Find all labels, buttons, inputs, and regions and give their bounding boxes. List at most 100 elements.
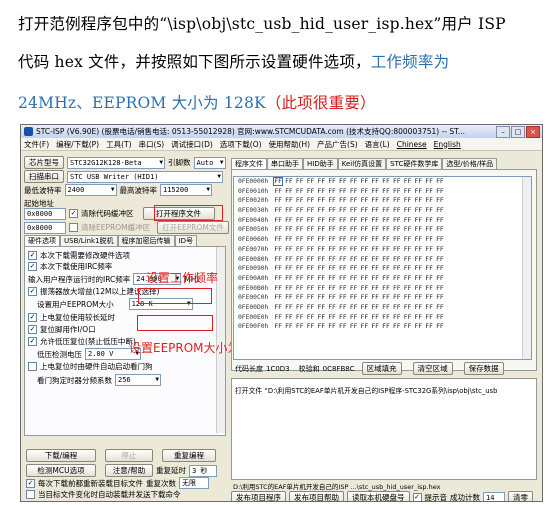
menu-help[interactable]: 使用帮助(H) — [269, 139, 311, 150]
menu-ads[interactable]: 产品广告(S) — [317, 139, 358, 150]
save-data-button[interactable]: 保存数据 — [463, 362, 504, 375]
menu-file[interactable]: 文件(F) — [24, 139, 49, 150]
hex-view[interactable]: 0FE0000h FF FF FF FF FF FF FF FF FF FF FF FF FF FF FF FF… — [233, 176, 532, 360]
min-baud-select[interactable]: 2400 ▼ — [64, 184, 117, 196]
clear-eeprom-checkbox[interactable] — [69, 223, 78, 232]
publish-help-button[interactable]: 发布项目帮助 — [289, 491, 344, 501]
start-addr-input[interactable]: 0x0000 — [24, 207, 66, 220]
hex-byte: FF — [425, 245, 433, 253]
low-volt-checkbox[interactable]: ✓ — [28, 337, 37, 346]
hex-address: 0FE0000h — [238, 178, 269, 185]
menu-tools[interactable]: 工具(T) — [106, 139, 131, 150]
hex-byte: FF — [273, 177, 283, 186]
scan-port-button[interactable]: 扫描串口 — [24, 170, 64, 183]
hex-byte: FF — [360, 236, 369, 244]
auto-send-checkbox[interactable] — [26, 490, 35, 499]
eeprom-addr-input[interactable]: 0x0000 — [24, 221, 66, 234]
tab-hid-assistant[interactable]: HID助手 — [303, 158, 338, 169]
repeat-program-button[interactable]: 重复编程 — [162, 449, 216, 462]
hex-byte: FF — [285, 207, 293, 215]
tone-checkbox[interactable]: ✓ — [412, 493, 422, 501]
menu-serial[interactable]: 串口(S) — [139, 139, 165, 150]
hex-byte: FF — [349, 207, 358, 215]
hex-byte: FF — [306, 284, 315, 292]
opt-use-irc: 本次下载使用IRC频率 — [40, 262, 113, 271]
hex-byte: FF — [306, 207, 315, 215]
hex-byte: FF — [339, 274, 347, 282]
osc-gain-checkbox[interactable]: ✓ — [28, 287, 37, 296]
hex-byte: FF — [328, 207, 336, 215]
modify-hw-checkbox[interactable]: ✓ — [28, 251, 37, 260]
hex-byte: FF — [306, 226, 315, 234]
annotation-freq: 设置工作频率 — [146, 271, 219, 285]
publish-program-button[interactable]: 发布项目程序 — [231, 491, 286, 501]
hex-byte: FF — [295, 178, 304, 185]
paragraph-line-3: 24MHz、EEPROM 大小为 128K（此项很重要） — [18, 91, 376, 113]
pin-count-select[interactable]: Auto ▼ — [193, 156, 226, 169]
tab-encrypt[interactable]: 程序加密后传输 — [117, 235, 175, 246]
right-panel: 程序文件 串口助手 HID助手 Keil仿真设置 STC硬件数学库 选型/价格/… — [231, 154, 539, 501]
menu-options[interactable]: 选项下载(O) — [220, 139, 262, 150]
tab-math-lib[interactable]: STC硬件数学库 — [386, 158, 443, 169]
open-eeprom-file-button[interactable]: 打开EEPROM文件 — [157, 221, 230, 234]
max-baud-select[interactable]: 115200 ▼ — [160, 184, 212, 196]
clear-count-button[interactable]: 清零 — [508, 491, 533, 501]
count-label: 重复次数 — [146, 478, 176, 488]
tab-serial-assistant[interactable]: 串口助手 — [267, 158, 303, 169]
menu-chinese[interactable]: Chinese — [397, 140, 427, 149]
hex-byte: FF — [360, 197, 369, 205]
help-button[interactable]: 注意/帮助 — [105, 464, 153, 477]
hex-byte: FF — [436, 245, 444, 253]
wdt-auto-checkbox[interactable] — [28, 362, 37, 371]
paragraph-line-2: 代码 hex 文件，并按照如下图所示设置硬件选项，工作频率为 — [18, 50, 449, 72]
chip-model-select[interactable]: STC32G12K128-Beta ▼ — [67, 156, 165, 169]
tab-usb-offline[interactable]: USB/Link1脱机 — [60, 235, 118, 246]
stop-button[interactable]: 停止 — [105, 449, 153, 462]
hex-byte: FF — [295, 216, 304, 224]
use-irc-checkbox[interactable]: ✓ — [28, 262, 37, 271]
long-delay-checkbox[interactable]: ✓ — [28, 313, 37, 322]
hex-byte: FF — [285, 178, 293, 185]
menu-language[interactable]: 语言(L) — [365, 139, 390, 150]
close-icon[interactable]: × — [526, 125, 540, 138]
tab-selection[interactable]: 选型/价格/样品 — [442, 158, 498, 169]
hex-address: 0FE00E0h — [238, 313, 269, 321]
hex-byte: FF — [317, 187, 326, 195]
count-select[interactable]: 无限 — [179, 477, 209, 489]
hex-row: 0FE00F0h FF FF FF FF FF FF FF FF FF FF FF FF FF FF FF FF — [234, 322, 531, 332]
menu-debug[interactable]: 调试接口(D) — [171, 139, 213, 150]
hex-byte: FF — [425, 323, 433, 331]
hex-byte: FF — [414, 216, 423, 224]
fill-region-button[interactable]: 区域填充 — [361, 362, 402, 375]
clear-region-button[interactable]: 清空区域 — [412, 362, 453, 375]
clear-code-checkbox[interactable]: ✓ — [69, 209, 78, 218]
hex-byte: FF — [285, 284, 293, 292]
hex-byte: FF — [436, 265, 444, 273]
hex-byte: FF — [436, 303, 444, 311]
minimize-icon[interactable]: – — [496, 125, 510, 138]
download-button[interactable]: 下载/编程 — [26, 449, 96, 462]
hex-byte: FF — [436, 236, 444, 244]
hex-byte: FF — [382, 216, 390, 224]
delay-select[interactable]: 3 秒 — [189, 464, 217, 477]
reset-io-checkbox[interactable]: ✓ — [28, 325, 37, 334]
read-serial-button[interactable]: 读取本机硬盘号 — [347, 491, 410, 501]
detect-mcu-button[interactable]: 检测MCU选项 — [26, 464, 96, 477]
menu-english[interactable]: English — [434, 140, 461, 149]
port-select[interactable]: STC USB Writer (HID1) ▼ — [67, 170, 223, 183]
hex-byte: FF — [392, 226, 401, 234]
tab-hardware-options[interactable]: 硬件选项 — [24, 235, 60, 246]
hex-scrollbar[interactable] — [522, 177, 531, 359]
maximize-icon[interactable]: □ — [511, 125, 525, 138]
hex-byte: FF — [425, 294, 433, 302]
tab-keil[interactable]: Keil仿真设置 — [337, 158, 387, 169]
hex-byte: FF — [414, 178, 423, 185]
menu-program[interactable]: 编程/下载(P) — [56, 139, 99, 150]
hex-byte: FF — [317, 303, 326, 311]
hex-byte: FF — [360, 255, 369, 263]
tab-program-file[interactable]: 程序文件 — [231, 158, 267, 169]
reload-checkbox[interactable]: ✓ — [26, 478, 35, 488]
wdt-select[interactable]: 256 ▼ — [115, 374, 161, 386]
hex-byte: FF — [339, 265, 347, 273]
tab-id[interactable]: ID号 — [174, 235, 197, 246]
